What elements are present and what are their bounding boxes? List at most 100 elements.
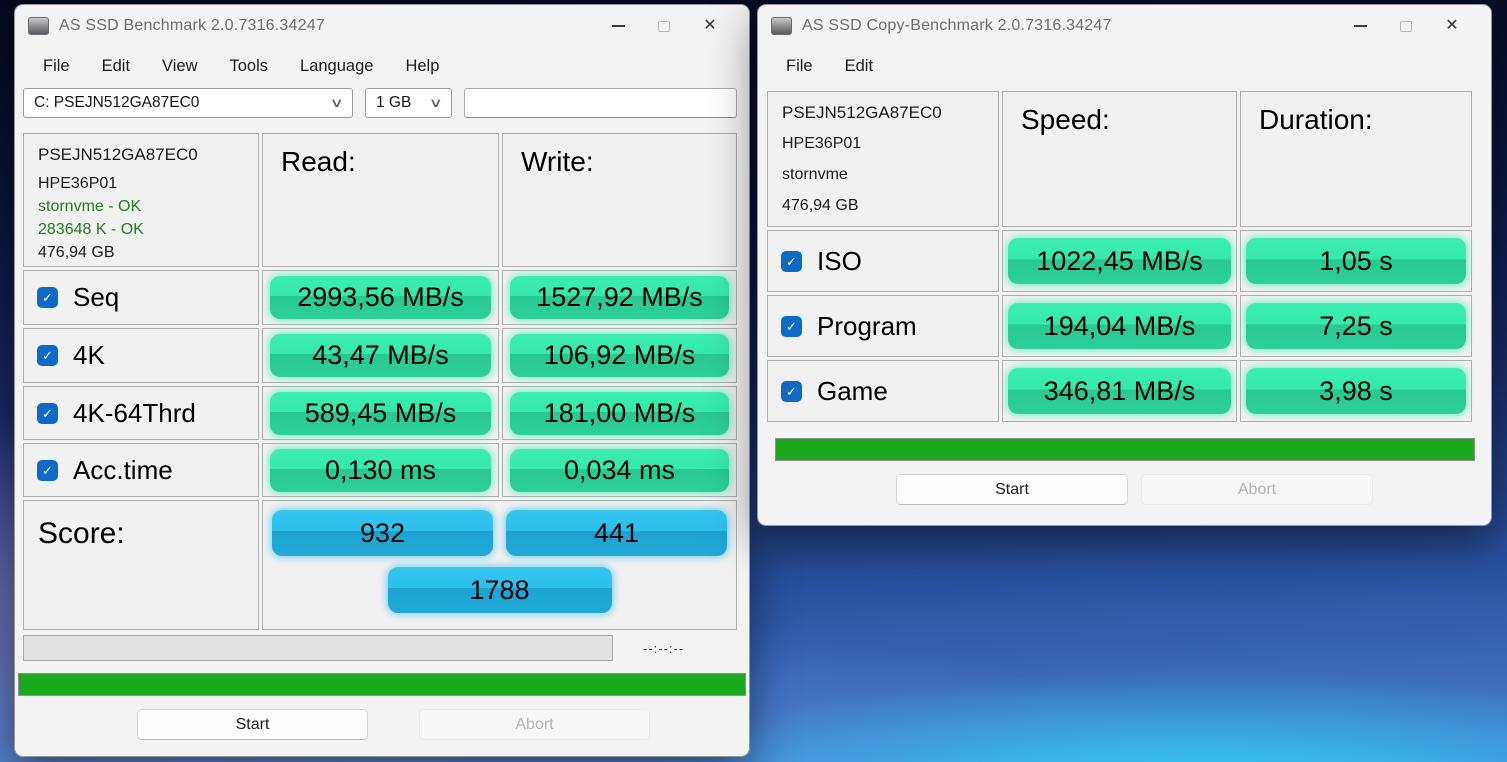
benchmark-table: PSEJN512GA87EC0 HPE36P01 stornvme - OK 2… [23,133,737,630]
menu-view[interactable]: View [162,57,197,76]
game-label: Game [817,376,888,407]
program-duration-value: 7,25 s [1246,303,1466,349]
button-row: Start Abort [758,474,1491,514]
start-button[interactable]: Start [896,474,1128,505]
window-controls: ✕ [1337,11,1475,41]
read-score-value: 932 [272,510,493,556]
titlebar[interactable]: AS SSD Copy-Benchmark 2.0.7316.34247 ✕ [758,5,1491,47]
menu-file[interactable]: File [786,57,813,76]
program-row-label-cell: ✓ Program [767,295,999,357]
4k-label: 4K [73,340,105,371]
minimize-button[interactable] [595,11,641,41]
game-checkbox[interactable]: ✓ [781,381,802,402]
maximize-button[interactable] [1383,11,1429,41]
acctime-row-label-cell: ✓ Acc.time [23,443,259,497]
toolbar: C: PSEJN512GA87EC0 ∨ 1 GB ∨ [15,87,749,119]
app-drive-icon [28,17,49,35]
4k-read-cell: 43,47 MB/s [262,328,499,383]
abort-button[interactable]: Abort [1141,474,1373,505]
seq-read-cell: 2993,56 MB/s [262,270,499,325]
4k64-write-cell: 181,00 MB/s [502,386,737,440]
4k64-read-value: 589,45 MB/s [270,392,491,435]
check-icon: ✓ [42,407,53,420]
drive-info-cell: PSEJN512GA87EC0 HPE36P01 stornvme 476,94… [767,91,999,227]
time-remaining: --:--:-- [643,641,684,656]
menu-file[interactable]: File [43,57,70,76]
game-speed-cell: 346,81 MB/s [1002,360,1237,422]
iso-duration-value: 1,05 s [1246,238,1466,284]
overall-progress-bar [18,673,746,696]
acctime-checkbox[interactable]: ✓ [37,460,58,481]
seq-checkbox[interactable]: ✓ [37,287,58,308]
check-icon: ✓ [786,255,797,268]
button-row: Start Abort [15,709,749,749]
acctime-write-value: 0,034 ms [510,449,729,492]
close-button[interactable]: ✕ [1429,11,1475,41]
seq-write-value: 1527,92 MB/s [510,276,729,319]
menu-edit[interactable]: Edit [102,57,130,76]
window-title: AS SSD Copy-Benchmark 2.0.7316.34247 [802,17,1112,35]
chevron-down-icon: ∨ [330,95,344,111]
check-icon: ✓ [42,291,53,304]
maximize-button[interactable] [641,11,687,41]
status-textbox[interactable] [464,88,737,118]
seq-label: Seq [73,282,119,313]
drive-select-value: C: PSEJN512GA87EC0 [34,94,199,112]
drive-model: PSEJN512GA87EC0 [782,103,992,123]
iso-checkbox[interactable]: ✓ [781,251,802,272]
menu-tools[interactable]: Tools [230,57,269,76]
drive-info-cell: PSEJN512GA87EC0 HPE36P01 stornvme - OK 2… [23,133,259,267]
program-speed-cell: 194,04 MB/s [1002,295,1237,357]
read-column-header: Read: [262,133,499,267]
seq-write-cell: 1527,92 MB/s [502,270,737,325]
program-label: Program [817,311,917,342]
window-title: AS SSD Benchmark 2.0.7316.34247 [59,17,325,35]
menu-edit[interactable]: Edit [845,57,873,76]
score-label: Score: [23,500,259,630]
drive-firmware: HPE36P01 [38,175,252,193]
game-speed-value: 346,81 MB/s [1008,368,1231,414]
copy-benchmark-window: AS SSD Copy-Benchmark 2.0.7316.34247 ✕ F… [757,4,1492,526]
close-button[interactable]: ✕ [687,11,733,41]
game-duration-value: 3,98 s [1246,368,1466,414]
program-checkbox[interactable]: ✓ [781,316,802,337]
app-drive-icon [771,17,792,35]
duration-column-header: Duration: [1240,91,1472,227]
seq-row-label-cell: ✓ Seq [23,270,259,325]
titlebar[interactable]: AS SSD Benchmark 2.0.7316.34247 ✕ [15,5,749,47]
acctime-read-value: 0,130 ms [270,449,491,492]
program-duration-cell: 7,25 s [1240,295,1472,357]
benchmark-window: AS SSD Benchmark 2.0.7316.34247 ✕ File E… [14,4,750,757]
score-values-cell: 932 441 1788 [262,500,737,630]
test-size-select[interactable]: 1 GB ∨ [365,88,452,118]
4k-row-label-cell: ✓ 4K [23,328,259,383]
menu-language[interactable]: Language [300,57,373,76]
4k-checkbox[interactable]: ✓ [37,345,58,366]
minimize-icon [1354,25,1367,27]
4k64-label: 4K-64Thrd [73,398,196,429]
drive-firmware: HPE36P01 [782,135,992,153]
drive-model: PSEJN512GA87EC0 [38,145,252,165]
iso-duration-cell: 1,05 s [1240,230,1472,292]
drive-select[interactable]: C: PSEJN512GA87EC0 ∨ [23,88,353,118]
abort-button[interactable]: Abort [419,709,650,740]
drive-capacity: 476,94 GB [38,244,252,262]
menu-help[interactable]: Help [405,57,439,76]
check-icon: ✓ [42,464,53,477]
4k-read-value: 43,47 MB/s [270,334,491,377]
minimize-icon [612,25,625,27]
acctime-read-cell: 0,130 ms [262,443,499,497]
minimize-button[interactable] [1337,11,1383,41]
4k64-row-label-cell: ✓ 4K-64Thrd [23,386,259,440]
game-duration-cell: 3,98 s [1240,360,1472,422]
menubar: File Edit [758,47,1491,85]
maximize-icon [1400,21,1412,32]
4k64-checkbox[interactable]: ✓ [37,403,58,424]
4k-write-value: 106,92 MB/s [510,334,729,377]
iso-speed-cell: 1022,45 MB/s [1002,230,1237,292]
start-button[interactable]: Start [137,709,368,740]
seq-read-value: 2993,56 MB/s [270,276,491,319]
score-top-row: 932 441 [272,510,727,556]
write-score-value: 441 [506,510,727,556]
program-speed-value: 194,04 MB/s [1008,303,1231,349]
